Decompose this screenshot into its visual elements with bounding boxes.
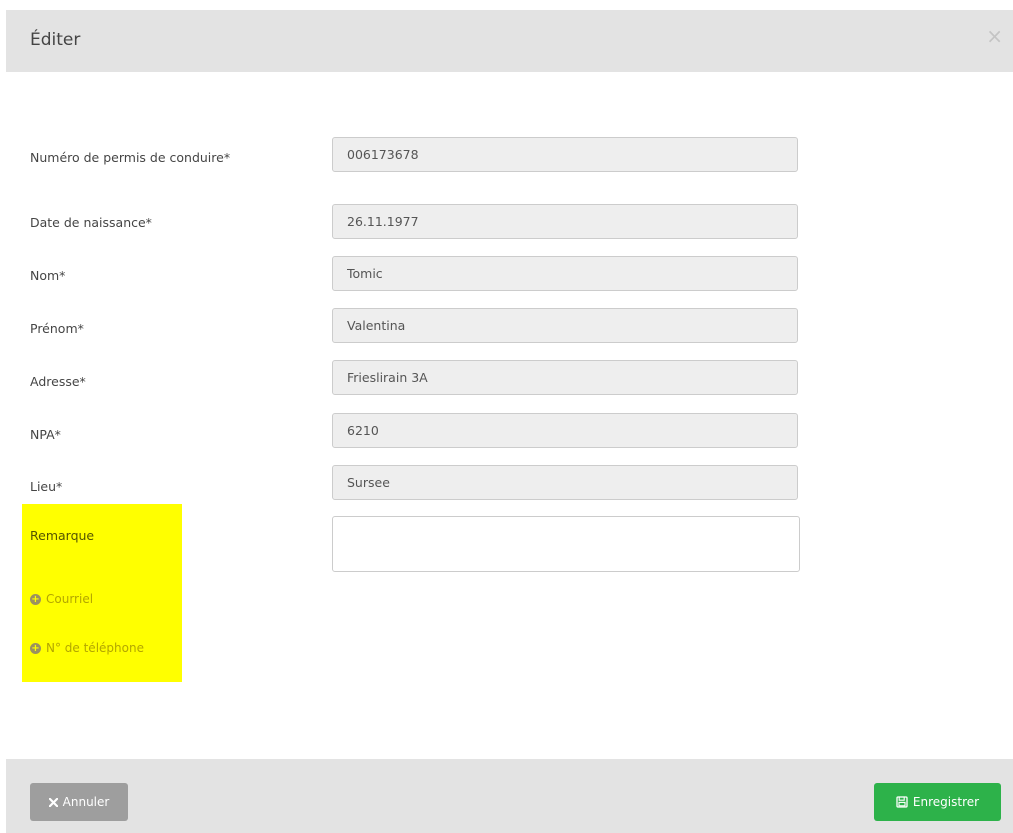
license-field[interactable]	[332, 137, 798, 172]
city-label: Lieu*	[30, 479, 63, 494]
floppy-disk-icon	[896, 796, 908, 808]
add-email-link[interactable]: + Courriel	[30, 592, 93, 606]
firstname-field[interactable]	[332, 308, 798, 343]
add-phone-link[interactable]: + N° de téléphone	[30, 641, 144, 655]
birthdate-field[interactable]	[332, 204, 798, 239]
plus-circle-icon: +	[30, 642, 41, 654]
lastname-field[interactable]	[332, 256, 798, 291]
firstname-label: Prénom*	[30, 321, 84, 336]
save-label: Enregistrer	[912, 795, 980, 809]
add-phone-label: N° de téléphone	[46, 641, 144, 655]
city-field[interactable]	[332, 465, 798, 500]
plus-circle-icon: +	[30, 593, 41, 605]
close-icon[interactable]: ×	[986, 26, 1003, 46]
remark-field[interactable]	[332, 516, 800, 572]
address-field[interactable]	[332, 360, 798, 395]
dialog-header: Éditer ×	[6, 10, 1013, 72]
dialog-title: Éditer	[30, 30, 81, 50]
zip-field[interactable]	[332, 413, 798, 448]
add-email-label: Courriel	[46, 592, 94, 606]
remark-label: Remarque	[30, 528, 95, 543]
times-icon	[48, 797, 58, 807]
edit-dialog: Éditer × Numéro de permis de conduire* D…	[6, 10, 1013, 833]
zip-label: NPA*	[30, 427, 61, 442]
cancel-button[interactable]: Annuler	[30, 783, 128, 821]
address-label: Adresse*	[30, 374, 86, 389]
save-button[interactable]: Enregistrer	[874, 783, 1001, 821]
birthdate-label: Date de naissance*	[30, 215, 152, 230]
cancel-label: Annuler	[62, 795, 110, 809]
dialog-footer: Annuler Enregistrer	[6, 759, 1013, 833]
license-label: Numéro de permis de conduire*	[30, 150, 231, 165]
lastname-label: Nom*	[30, 268, 66, 283]
